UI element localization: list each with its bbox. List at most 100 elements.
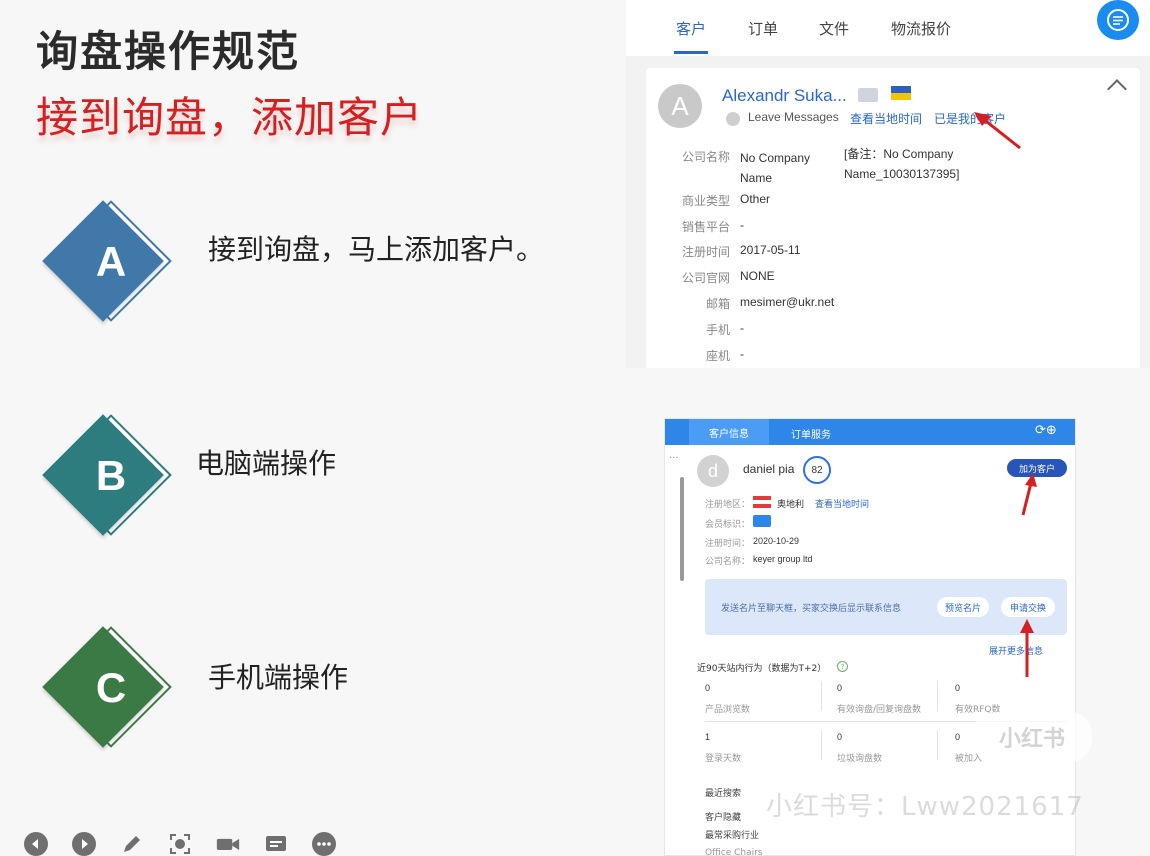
- step-c: C: [42, 626, 186, 770]
- local-time-link[interactable]: 查看当地时间: [815, 497, 869, 510]
- pen-icon[interactable]: [120, 832, 144, 856]
- divider: [937, 730, 938, 760]
- industry-value: Office Chairs: [705, 848, 763, 856]
- stat-number: 0: [837, 683, 843, 693]
- help-icon[interactable]: ?: [837, 661, 848, 672]
- preview-card-button[interactable]: 预览名片: [937, 597, 989, 617]
- message-status-icon: [726, 112, 740, 126]
- step-a-text: 接到询盘，马上添加客户。: [208, 233, 545, 266]
- stat-number: 0: [837, 732, 843, 742]
- frequent-industry-label: 最常采购行业: [705, 831, 760, 841]
- field-label: 手机: [705, 323, 730, 337]
- id-card-icon: [858, 88, 878, 102]
- field-label: 座机: [705, 349, 730, 363]
- sales-platform-value: -: [740, 218, 744, 232]
- stat-number: 0: [705, 683, 711, 693]
- company-name-value: No Company Name: [740, 151, 811, 185]
- customer-name[interactable]: Alexandr Suka...: [722, 86, 847, 106]
- landline-value: -: [740, 347, 744, 361]
- field-label: 公司名称: [681, 150, 730, 164]
- tab-files[interactable]: 文件: [819, 18, 849, 39]
- customer-tabs: 客户 订单 文件 物流报价: [626, 0, 1150, 56]
- website-value: NONE: [740, 269, 775, 283]
- customer-name: daniel pia: [743, 462, 795, 476]
- field-label: 邮箱: [705, 297, 730, 311]
- focus-icon[interactable]: [168, 832, 192, 856]
- region-value: 奥地利: [777, 499, 805, 509]
- slide-subtitle: 接到询盘，添加客户: [36, 93, 424, 142]
- register-date-value: 2017-05-11: [740, 243, 801, 257]
- business-card-hint: 发送名片至聊天框，买家交换后显示联系信息: [721, 604, 902, 614]
- divider: [937, 681, 938, 711]
- stat-number: 0: [955, 683, 961, 693]
- presentation-toolbar: [24, 832, 354, 856]
- stat-number: 0: [955, 732, 961, 742]
- local-time-link[interactable]: 查看当地时间: [850, 110, 922, 127]
- slide-title: 询盘操作规范: [36, 27, 301, 76]
- prev-icon[interactable]: [24, 832, 48, 856]
- red-arrow-icon: [1020, 619, 1034, 677]
- step-letter: A: [95, 238, 127, 285]
- stat-label: 产品浏览数: [705, 705, 751, 715]
- more-icon[interactable]: [312, 832, 336, 856]
- austria-flag-icon: [753, 496, 771, 508]
- stat-label: 登录天数: [705, 754, 742, 764]
- recent-search-label: 最近搜索: [705, 789, 742, 799]
- stat-label: 垃圾询盘数: [837, 754, 883, 764]
- field-label: 销售平台: [681, 220, 730, 234]
- tab-orders[interactable]: 订单: [748, 18, 778, 39]
- mobile-value: -: [740, 321, 744, 335]
- chat-button[interactable]: [1097, 0, 1139, 40]
- field-label: 注册时间: [681, 245, 730, 259]
- email-value: mesimer@ukr.net: [740, 295, 835, 309]
- chevron-up-icon[interactable]: [1107, 79, 1127, 99]
- step-a: A: [42, 200, 186, 344]
- chat-icon: [1107, 9, 1129, 31]
- step-c-text: 手机端操作: [208, 661, 349, 694]
- step-letter: B: [95, 452, 127, 499]
- refresh-add-icons[interactable]: ⟳⊕: [1035, 423, 1057, 438]
- member-label: 会员标识：: [705, 520, 751, 530]
- next-icon[interactable]: [72, 832, 96, 856]
- business-card-box: 发送名片至聊天框，买家交换后显示联系信息 预览名片 申请交换: [705, 579, 1067, 635]
- customer-card: A Alexandr Suka... Leave Messages 查看当地时间…: [646, 68, 1140, 368]
- active-tab-indicator: [674, 51, 708, 54]
- panel-header: 客户信息 订单服务 ⟳⊕: [665, 419, 1075, 445]
- scrollbar[interactable]: [680, 477, 684, 581]
- stat-label: 有效询盘/回复询盘数: [837, 705, 922, 715]
- divider: [821, 730, 822, 760]
- desktop-screenshot: 客户 订单 文件 物流报价 A Alexandr Suka... Leave M…: [626, 0, 1150, 368]
- field-label: 商业类型: [681, 194, 730, 208]
- reg-time-value: 2020-10-29: [753, 536, 800, 546]
- customer-hidden-label: 客户隐藏: [705, 813, 742, 823]
- subtitle-icon[interactable]: [264, 832, 288, 856]
- avatar: A: [658, 84, 702, 128]
- reg-time-label: 注册时间：: [705, 539, 751, 549]
- apply-exchange-button[interactable]: 申请交换: [1001, 597, 1055, 617]
- more-dots-icon[interactable]: ···: [669, 453, 679, 464]
- activity-title: 近90天站内行为（数据为T+2）: [697, 664, 827, 674]
- business-type-value: Other: [740, 192, 771, 206]
- xiaohongshu-logo: 小红书: [972, 712, 1092, 762]
- red-arrow-icon: [974, 112, 1021, 150]
- company-label: 公司名称：: [705, 557, 751, 567]
- company-value: keyer group ltd: [753, 554, 813, 564]
- region-label: 注册地区：: [705, 500, 751, 510]
- score-badge: 82: [803, 456, 831, 484]
- ukraine-flag-icon: [891, 86, 911, 100]
- step-b: B: [42, 414, 186, 558]
- camera-icon[interactable]: [216, 832, 240, 856]
- tab-order-service[interactable]: 订单服务: [791, 426, 831, 441]
- red-arrow-icon: [1021, 473, 1037, 516]
- leave-messages-status: Leave Messages: [748, 110, 839, 124]
- step-letter: C: [95, 664, 127, 711]
- stat-number: 1: [705, 732, 711, 742]
- avatar: d: [697, 455, 729, 487]
- step-b-text: 电脑端操作: [196, 447, 337, 480]
- field-label: 公司官网: [681, 271, 730, 285]
- tab-logistics-quote[interactable]: 物流报价: [891, 18, 951, 39]
- tab-customer-info[interactable]: 客户信息: [689, 419, 769, 445]
- member-badge-icon: [753, 515, 771, 527]
- tab-customer[interactable]: 客户: [676, 18, 706, 39]
- watermark-text: 小红书号：Lww2021617: [766, 792, 1084, 822]
